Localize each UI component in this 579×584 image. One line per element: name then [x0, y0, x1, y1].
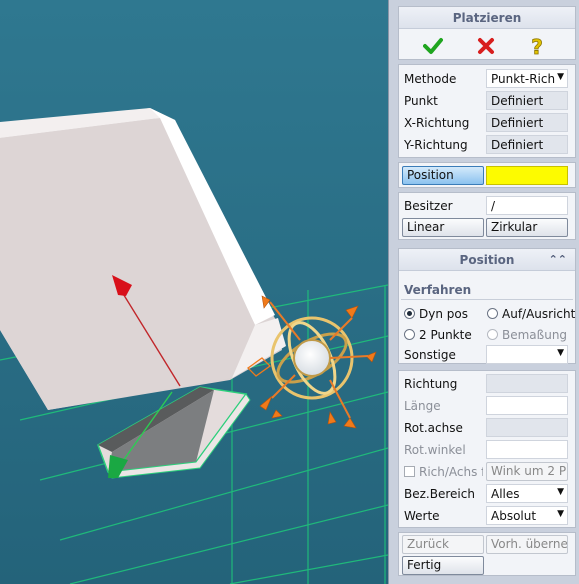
rotwinkel-row: Rot.winkel [399, 440, 575, 460]
rotachse-row: Rot.achse [399, 418, 575, 438]
sonstige-label: Sonstige [404, 348, 456, 362]
chevron-down-icon: ▼ [557, 509, 564, 519]
3d-viewport[interactable] [0, 0, 388, 584]
rotwinkel-field[interactable] [486, 440, 568, 459]
cancel-button[interactable] [476, 36, 496, 56]
laenge-field[interactable] [486, 396, 568, 415]
punkt-label: Punkt [404, 94, 438, 108]
cross-icon [478, 38, 494, 54]
zurueck-button[interactable]: Zurück [402, 535, 484, 554]
zwei-punkte-label: 2 Punkte [419, 328, 472, 342]
chevron-down-icon: ▼ [557, 72, 564, 82]
dyn-pos-radio[interactable] [404, 308, 415, 319]
x-richtung-label: X-Richtung [404, 116, 470, 130]
chevron-down-icon: ▼ [557, 487, 564, 497]
richachs-label: Rich/Achs fix [419, 465, 483, 479]
position-button[interactable]: Position [402, 166, 484, 185]
methode-row: Methode Punkt-Rich ▼ [399, 69, 575, 89]
werte-value: Absolut [491, 509, 537, 523]
punkt-field[interactable]: Definiert [486, 91, 568, 110]
auf-ausricht-label: Auf/Ausricht [502, 307, 576, 321]
laenge-label: Länge [404, 399, 441, 413]
methode-value: Punkt-Rich [491, 72, 556, 86]
uebernehmen-button[interactable]: Vorh. übernehmen [486, 535, 568, 554]
sonstige-select[interactable]: ▼ [486, 345, 568, 364]
richachs-row: Rich/Achs fix Wink um 2 Pkt [399, 462, 575, 482]
chevron-down-icon: ▼ [557, 348, 564, 358]
collapse-icon[interactable]: ⌃⌃ [549, 249, 567, 271]
zirkular-button[interactable]: Zirkular [486, 218, 568, 237]
verfahren-row-1: Dyn pos Auf/Ausricht [399, 304, 575, 324]
y-richtung-label: Y-Richtung [404, 138, 468, 152]
werte-row: Werte Absolut ▼ [399, 506, 575, 526]
bezbereich-label: Bez.Bereich [404, 487, 475, 501]
x-richtung-row: X-Richtung Definiert [399, 113, 575, 133]
verfahren-title: Verfahren [404, 283, 472, 297]
linear-button[interactable]: Linear [402, 218, 484, 237]
property-panel: Platzieren ? Methode Punkt-Rich ▼ Punkt … [388, 0, 579, 584]
bezbereich-row: Bez.Bereich Alles ▼ [399, 484, 575, 504]
bezbereich-value: Alles [491, 487, 520, 501]
zwei-punkte-radio[interactable] [404, 329, 415, 340]
rotachse-field[interactable] [486, 418, 568, 437]
bemassung-radio[interactable] [487, 329, 498, 340]
action-buttons-box: Zurück Vorh. übernehmen Fertig [398, 532, 576, 576]
y-richtung-field[interactable]: Definiert [486, 135, 568, 154]
richtung-label: Richtung [404, 377, 458, 391]
platzieren-header-box: Platzieren ? [398, 6, 576, 60]
ok-button[interactable] [423, 36, 443, 56]
verfahren-row-2: 2 Punkte Bemaßung [399, 325, 575, 345]
besitzer-box: Besitzer / Linear Zirkular [398, 192, 576, 240]
bezbereich-select[interactable]: Alles ▼ [486, 484, 568, 503]
richtung-row: Richtung [399, 374, 575, 394]
methode-select[interactable]: Punkt-Rich ▼ [486, 69, 568, 88]
auf-ausricht-radio[interactable] [487, 308, 498, 319]
rotwinkel-label: Rot.winkel [404, 443, 466, 457]
bemassung-label: Bemaßung [502, 328, 568, 342]
richachs-checkbox[interactable] [404, 466, 415, 477]
platzieren-fields: Methode Punkt-Rich ▼ Punkt Definiert X-R… [398, 64, 576, 158]
position-section-title: Position [459, 253, 515, 267]
position-section-header[interactable]: Position ⌃⌃ [399, 249, 575, 271]
besitzer-field[interactable]: / [486, 196, 568, 215]
position-color-swatch[interactable] [486, 166, 568, 185]
platzieren-title: Platzieren [399, 7, 575, 29]
werte-select[interactable]: Absolut ▼ [486, 506, 568, 525]
position-section: Position ⌃⌃ Verfahren Dyn pos Auf/Ausric… [398, 248, 576, 364]
punkt-row: Punkt Definiert [399, 91, 575, 111]
methode-label: Methode [404, 72, 457, 86]
check-icon [423, 38, 443, 54]
wink-button[interactable]: Wink um 2 Pkt [486, 462, 568, 481]
position-toggle-box: Position [398, 162, 576, 188]
divider [401, 299, 573, 300]
question-icon: ? [531, 35, 543, 60]
direction-box: Richtung Länge Rot.achse Rot.winkel Rich… [398, 370, 576, 528]
y-richtung-row: Y-Richtung Definiert [399, 135, 575, 155]
sonstige-row: Sonstige ▼ [399, 345, 575, 365]
werte-label: Werte [404, 509, 440, 523]
besitzer-row: Besitzer / [399, 196, 575, 216]
x-richtung-field[interactable]: Definiert [486, 113, 568, 132]
dyn-pos-label: Dyn pos [419, 307, 468, 321]
richtung-field[interactable] [486, 374, 568, 393]
besitzer-label: Besitzer [404, 199, 453, 213]
laenge-row: Länge [399, 396, 575, 416]
fertig-button[interactable]: Fertig [402, 556, 484, 575]
rotachse-label: Rot.achse [404, 421, 463, 435]
scene-canvas[interactable] [0, 0, 388, 584]
svg-text:?: ? [531, 35, 543, 57]
help-button[interactable]: ? [527, 35, 547, 60]
